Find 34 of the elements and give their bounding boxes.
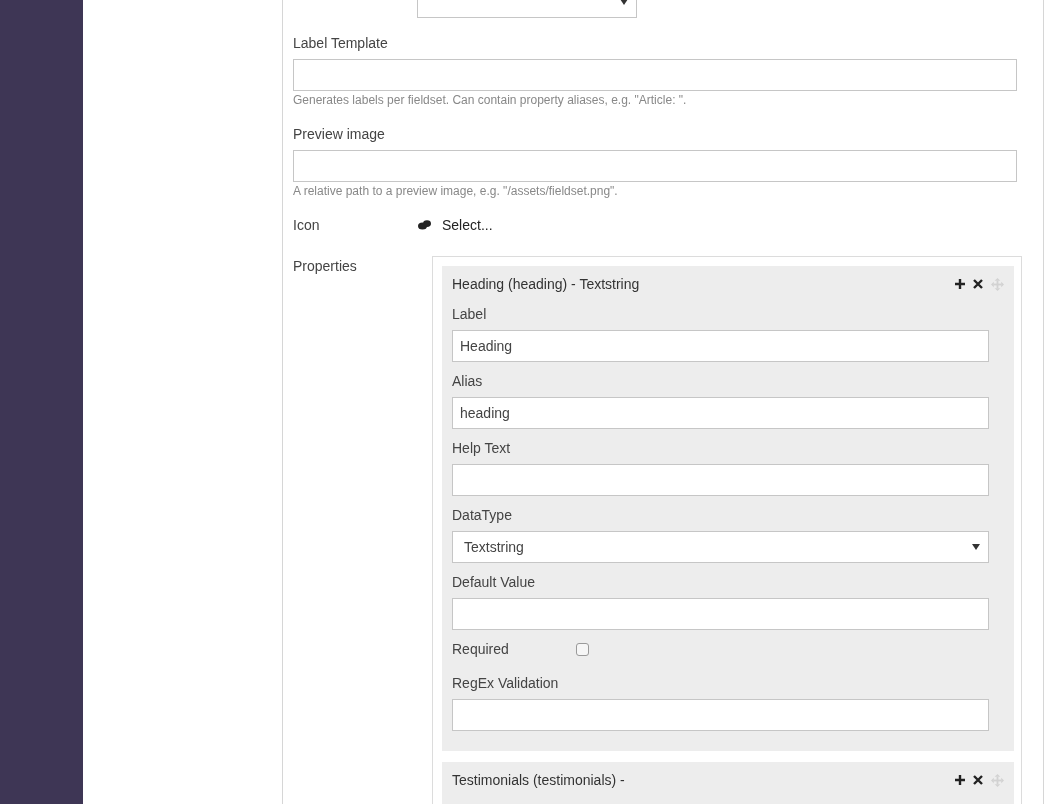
move-icon[interactable] [991, 773, 1004, 787]
field-label: Default Value [452, 573, 536, 592]
field-label: Preview image [293, 125, 385, 144]
text-input[interactable] [452, 699, 989, 731]
field-label: Properties [293, 257, 358, 276]
text-input[interactable] [293, 59, 1017, 91]
field-label: Label Template [293, 34, 388, 53]
close-icon[interactable] [973, 775, 983, 785]
property-title: Heading (heading) - Textstring [452, 275, 640, 294]
property-title: Testimonials (testimonials) - [452, 771, 625, 790]
text-input[interactable]: Heading [452, 330, 989, 362]
field-label: Required [452, 640, 510, 659]
field-label: Help Text [452, 439, 512, 458]
text-input[interactable]: heading [452, 397, 989, 429]
field-label: Label [452, 305, 488, 324]
caret-icon [620, 0, 628, 5]
plus-icon[interactable] [955, 775, 965, 785]
bubbles-icon [418, 220, 431, 230]
move-icon[interactable] [991, 277, 1004, 291]
help-text: A relative path to a preview image, e.g. "/assets/fieldset.png". [293, 183, 618, 200]
datatype-select[interactable]: Textstring [452, 531, 989, 563]
select-icon-link[interactable]: Select... [442, 215, 493, 235]
text-input[interactable] [293, 150, 1017, 182]
checkbox[interactable] [576, 642, 589, 656]
field-label: RegEx Validation [452, 674, 560, 693]
help-text: Generates labels per fieldset. Can contain property aliases, e.g. "Article: ". [293, 92, 687, 109]
plus-icon[interactable] [955, 279, 965, 289]
field-label: DataType [452, 506, 513, 525]
field-label: Alias [452, 372, 484, 391]
text-input[interactable] [452, 464, 989, 496]
close-icon[interactable] [973, 279, 983, 289]
text-input[interactable] [452, 598, 989, 630]
caret-icon [972, 544, 980, 550]
field-label: Icon [293, 216, 321, 235]
